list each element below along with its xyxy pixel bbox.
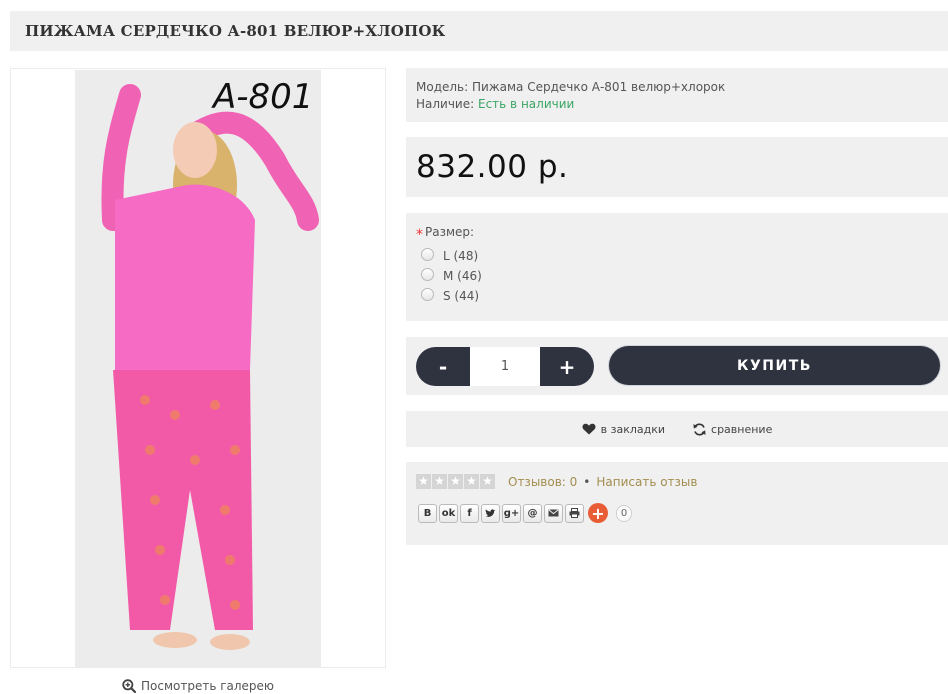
size-option-header: * Размер: [416,225,938,243]
required-mark: * [416,227,423,243]
size-radio[interactable] [421,288,434,301]
heart-icon [582,423,596,435]
product-info-panel: Модель: Пижама Сердечко А-801 велюр+хлор… [406,68,948,122]
image-model-label: A-801 [211,77,313,117]
share-count: 0 [616,504,632,522]
stock-label: Наличие: [416,97,475,111]
price-panel: 832.00 р. [406,137,948,197]
vk-icon[interactable]: В [418,503,437,523]
size-radio[interactable] [421,248,434,261]
product-price: 832.00 р. [416,149,569,185]
size-option-label: S (44) [443,289,480,303]
star-icon: ★ [416,474,431,489]
quantity-decrease-button[interactable]: - [416,347,470,386]
print-icon[interactable] [565,503,584,523]
share-more-button[interactable]: + [588,503,608,523]
bookmark-label: в закладки [600,422,666,436]
star-icon: ★ [448,474,463,489]
mail-ru-icon[interactable]: @ [523,503,542,523]
product-photo[interactable]: A-801 [75,70,321,667]
actions-panel: в закладки сравнение [406,411,948,447]
quantity-input[interactable]: 1 [470,347,540,386]
size-radio[interactable] [421,268,434,281]
buy-button[interactable]: КУПИТЬ [609,346,940,385]
reviews-count-link[interactable]: Отзывов: 0 [508,475,577,489]
email-icon[interactable] [544,503,563,523]
view-gallery-link[interactable]: Посмотреть галерею [122,679,274,693]
write-review-link[interactable]: Написать отзыв [596,475,697,489]
star-icon: ★ [464,474,479,489]
separator-dot: • [583,474,591,489]
gallery-link-label: Посмотреть галерею [141,679,275,693]
model-label: Модель: [416,80,469,94]
size-option-label: L (48) [443,249,479,263]
size-option-l[interactable]: L (48) [421,248,938,263]
refresh-icon [693,422,706,436]
rating-stars: ★ ★ ★ ★ ★ [416,474,495,489]
size-label: Размер: [425,225,475,239]
model-value: Пижама Сердечко А-801 велюр+хлорок [472,80,726,94]
zoom-icon [122,679,136,693]
google-plus-icon[interactable]: g+ [502,503,521,523]
share-buttons: В ok f g+ @ + 0 [418,503,938,523]
stock-status: Есть в наличии [478,97,575,111]
compare-label: сравнение [711,422,773,436]
review-share-panel: ★ ★ ★ ★ ★ Отзывов: 0 • Написать отзыв В … [406,462,948,545]
product-image-box[interactable]: A-801 [10,68,386,668]
star-icon: ★ [432,474,447,489]
options-panel: * Размер: L (48) M (46) S (44) [406,213,948,321]
compare-link[interactable]: сравнение [693,423,772,436]
twitter-icon[interactable] [481,503,500,523]
facebook-icon[interactable]: f [460,503,479,523]
quantity-stepper: - 1 + [416,347,594,386]
odnoklassniki-icon[interactable]: ok [439,503,458,523]
size-option-s[interactable]: S (44) [421,288,938,303]
stock-row: Наличие: Есть в наличии [416,96,938,113]
purchase-panel: - 1 + КУПИТЬ [406,337,948,395]
size-option-m[interactable]: M (46) [421,268,938,283]
rating-row: ★ ★ ★ ★ ★ Отзывов: 0 • Написать отзыв [416,474,938,489]
product-title-bar: ПИЖАМА СЕРДЕЧКО А-801 ВЕЛЮР+ХЛОПОК [10,11,948,51]
product-title: ПИЖАМА СЕРДЕЧКО А-801 ВЕЛЮР+ХЛОПОК [25,22,446,40]
bookmark-link[interactable]: в закладки [582,423,665,436]
quantity-increase-button[interactable]: + [540,347,594,386]
star-icon: ★ [480,474,495,489]
size-option-label: M (46) [443,269,482,283]
model-row: Модель: Пижама Сердечко А-801 велюр+хлор… [416,79,938,96]
